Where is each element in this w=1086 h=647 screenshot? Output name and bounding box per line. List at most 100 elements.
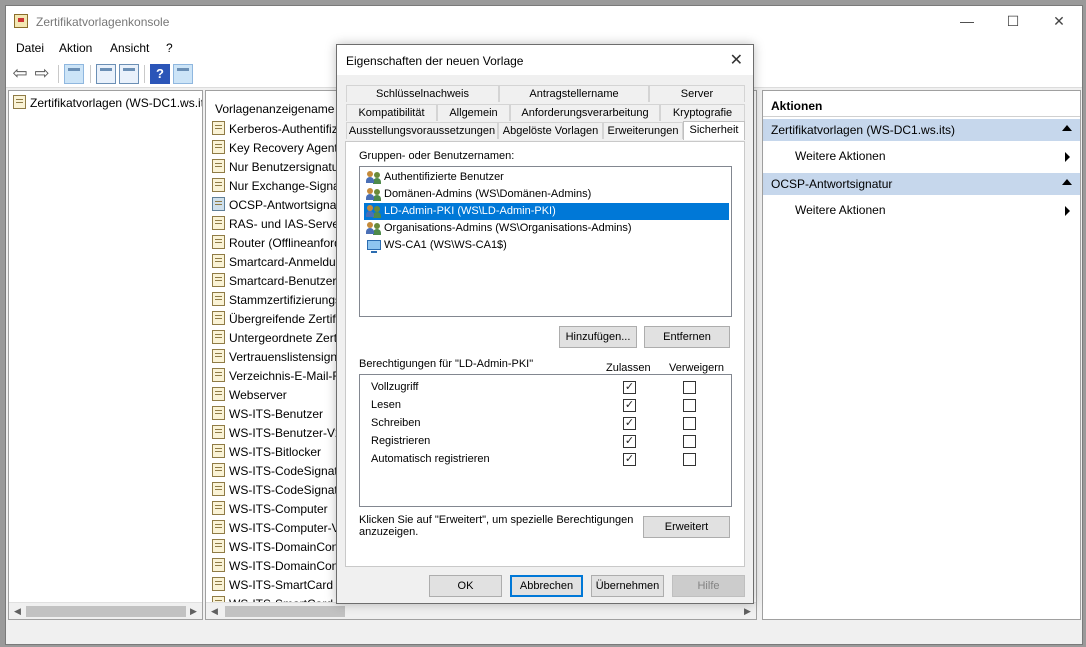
users-icon: [366, 171, 382, 184]
permission-allow-checkbox[interactable]: ✓: [623, 381, 636, 394]
template-list-item[interactable]: RAS- und IAS-Server: [212, 216, 343, 235]
permission-allow-checkbox[interactable]: ✓: [623, 399, 636, 412]
minimize-button[interactable]: —: [944, 6, 990, 38]
tab-kompatibilitaet[interactable]: Kompatibilität: [346, 104, 437, 121]
template-list-item[interactable]: WS-ITS-Computer: [212, 501, 328, 520]
scroll-left-icon[interactable]: ◀: [206, 603, 223, 619]
tree-pane: Zertifikatvorlagen (WS-DC1.ws.its) ◀ ▶: [8, 90, 203, 620]
template-list-item[interactable]: WS-ITS-Benutzer-V2: [212, 425, 342, 444]
properties-icon[interactable]: [96, 64, 116, 84]
user-list[interactable]: Authentifizierte Benutzer Domänen-Admins …: [359, 166, 732, 317]
certificate-template-icon: [212, 463, 225, 477]
cancel-button[interactable]: Abbrechen: [510, 575, 583, 597]
collapse-icon[interactable]: [1062, 179, 1072, 185]
menu-help[interactable]: ?: [166, 41, 173, 55]
collapse-icon[interactable]: [1062, 125, 1072, 131]
tab-schluesselnachweis[interactable]: Schlüsselnachweis: [346, 85, 499, 102]
action-item-label: Weitere Aktionen: [795, 149, 886, 163]
menu-ansicht[interactable]: Ansicht: [110, 41, 149, 55]
apply-button[interactable]: Übernehmen: [591, 575, 664, 597]
template-list-item[interactable]: WS-ITS-SmartCard: [212, 577, 333, 596]
template-list-item[interactable]: Smartcard-Benutzer: [212, 273, 336, 292]
template-list-item[interactable]: WS-ITS-Bitlocker: [212, 444, 321, 463]
template-list-item[interactable]: Nur Benutzersignatur: [212, 159, 342, 178]
tree-item-root[interactable]: Zertifikatvorlagen (WS-DC1.ws.its): [13, 95, 202, 110]
template-list-item[interactable]: WS-ITS-Computer-V2: [212, 520, 346, 539]
certificate-template-icon: [212, 140, 225, 154]
scroll-thumb[interactable]: [225, 606, 345, 617]
template-list-item[interactable]: WS-ITS-CodeSignatur: [212, 482, 348, 501]
scroll-right-icon[interactable]: ▶: [185, 603, 202, 619]
tab-server[interactable]: Server: [649, 85, 745, 102]
ok-button[interactable]: OK: [429, 575, 502, 597]
forward-arrow-icon[interactable]: ⇨: [32, 64, 52, 84]
console-tree-icon[interactable]: [64, 64, 84, 84]
template-list-item[interactable]: Webserver: [212, 387, 287, 406]
permission-deny-checkbox[interactable]: [683, 453, 696, 466]
scroll-right-icon[interactable]: ▶: [739, 603, 756, 619]
template-list-item[interactable]: Nur Exchange-Signatur: [212, 178, 354, 197]
action-section-ocsp[interactable]: OCSP-Antwortsignatur: [763, 173, 1080, 195]
tab-erweiterungen[interactable]: Erweiterungen: [603, 122, 683, 139]
permission-deny-checkbox[interactable]: [683, 435, 696, 448]
tab-abgeloeste-vorlagen[interactable]: Abgelöste Vorlagen: [498, 122, 603, 139]
template-list-item[interactable]: WS-ITS-CodeSignatur: [212, 463, 348, 482]
permission-allow-checkbox[interactable]: ✓: [623, 435, 636, 448]
menu-datei[interactable]: Datei: [16, 41, 44, 55]
advanced-hint-line1: Klicken Sie auf "Erweitert", um speziell…: [359, 514, 634, 526]
scroll-left-icon[interactable]: ◀: [9, 603, 26, 619]
permission-deny-checkbox[interactable]: [683, 417, 696, 430]
certificate-template-icon: [212, 330, 225, 344]
back-arrow-icon[interactable]: ⇦: [10, 64, 30, 84]
export-list-icon[interactable]: [119, 64, 139, 84]
user-list-item[interactable]: Domänen-Admins (WS\Domänen-Admins): [364, 186, 729, 203]
action-more-actions[interactable]: Weitere Aktionen: [763, 145, 1080, 167]
permission-allow-checkbox[interactable]: ✓: [623, 417, 636, 430]
tab-ausstellungsvoraussetzungen[interactable]: Ausstellungsvoraussetzungen: [346, 122, 498, 139]
title-bar: Zertifikatvorlagenkonsole — ☐ ✕: [6, 6, 1082, 38]
action-more-actions[interactable]: Weitere Aktionen: [763, 199, 1080, 221]
user-list-item[interactable]: Organisations-Admins (WS\Organisations-A…: [364, 220, 729, 237]
action-pane-icon[interactable]: [173, 64, 193, 84]
certificate-template-icon: [212, 311, 225, 325]
certificate-template-icon: [212, 539, 225, 553]
template-name: Key Recovery Agent: [229, 141, 338, 155]
template-list-item[interactable]: Smartcard-Anmeldung: [212, 254, 349, 273]
tab-anforderungsverarbeitung[interactable]: Anforderungsverarbeitung: [510, 104, 660, 121]
users-icon: [366, 222, 382, 235]
toolbar-separator: [144, 65, 145, 83]
add-button[interactable]: Hinzufügen...: [559, 326, 637, 348]
user-list-item[interactable]: LD-Admin-PKI (WS\LD-Admin-PKI): [364, 203, 729, 220]
permission-deny-checkbox[interactable]: [683, 399, 696, 412]
close-window-button[interactable]: ✕: [1036, 6, 1082, 38]
computer-icon: [367, 240, 381, 253]
user-list-item[interactable]: Authentifizierte Benutzer: [364, 169, 729, 186]
tab-kryptografie[interactable]: Kryptografie: [660, 104, 745, 121]
template-list-item[interactable]: Key Recovery Agent: [212, 140, 338, 159]
tab-sicherheit[interactable]: Sicherheit: [683, 121, 745, 140]
user-name: WS-CA1 (WS\WS-CA1$): [384, 239, 507, 251]
maximize-button[interactable]: ☐: [990, 6, 1036, 38]
list-horizontal-scrollbar[interactable]: ◀ ▶: [206, 602, 756, 619]
column-header-name[interactable]: Vorlagenanzeigename: [215, 102, 334, 116]
permission-allow-checkbox[interactable]: ✓: [623, 453, 636, 466]
template-properties-dialog: Eigenschaften der neuen Vorlage ✕ Schlüs…: [336, 44, 754, 604]
template-list-item[interactable]: WS-ITS-Benutzer: [212, 406, 323, 425]
permission-deny-checkbox[interactable]: [683, 381, 696, 394]
tab-allgemein[interactable]: Allgemein: [437, 104, 510, 121]
user-list-item[interactable]: WS-CA1 (WS\WS-CA1$): [364, 237, 729, 254]
help-icon[interactable]: ?: [150, 64, 170, 84]
scroll-thumb[interactable]: [26, 606, 186, 617]
certificate-template-icon: [212, 235, 225, 249]
permission-name: Automatisch registrieren: [371, 453, 490, 465]
certificate-template-icon: [212, 444, 225, 458]
tab-antragstellername[interactable]: Antragstellername: [499, 85, 649, 102]
dialog-close-icon[interactable]: ✕: [730, 50, 743, 70]
menu-aktion[interactable]: Aktion: [59, 41, 92, 55]
action-section-templates[interactable]: Zertifikatvorlagen (WS-DC1.ws.its): [763, 119, 1080, 141]
advanced-button[interactable]: Erweitert: [643, 516, 730, 538]
template-list-item[interactable]: OCSP-Antwortsignatur: [212, 197, 350, 216]
remove-button[interactable]: Entfernen: [644, 326, 730, 348]
tree-horizontal-scrollbar[interactable]: ◀ ▶: [9, 602, 202, 619]
permissions-list: Vollzugriff ✓ Lesen ✓ Schreiben ✓ Registrieren…: [359, 374, 732, 507]
